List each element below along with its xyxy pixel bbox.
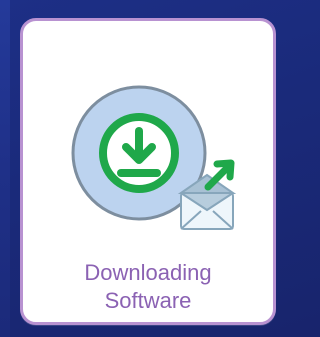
- tile-label: Downloading Software: [23, 259, 273, 315]
- tile-icon-group: [63, 81, 239, 257]
- left-edge-strip: [0, 0, 10, 337]
- tile-label-line1: Downloading: [84, 260, 212, 285]
- downloading-software-tile[interactable]: Downloading Software: [20, 18, 276, 325]
- tile-label-line2: Software: [104, 288, 192, 313]
